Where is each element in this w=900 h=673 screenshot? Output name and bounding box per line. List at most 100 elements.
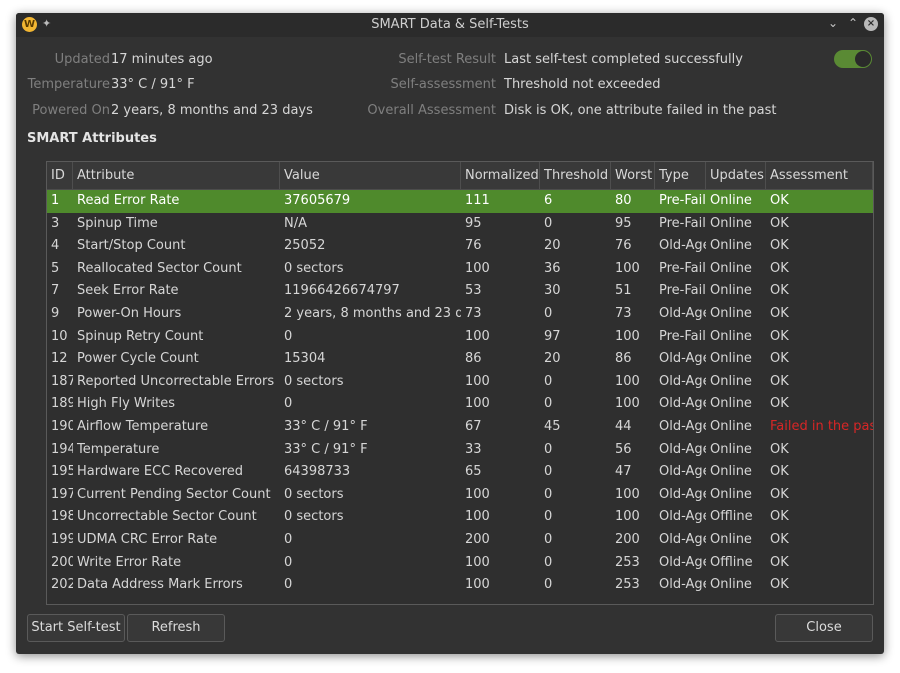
header-col-type[interactable]: Type — [655, 162, 706, 189]
cell-normalized: 100 — [465, 328, 490, 344]
cell-threshold: 30 — [544, 283, 561, 299]
table-row[interactable]: 1 Read Error Rate 37605679 111 6 80 Pre-Fail On… — [47, 190, 873, 213]
table-row[interactable]: 194Temperature33° C / 91° F33056Old-AgeO… — [47, 439, 873, 462]
self-test-result-label: Self-test Result — [398, 52, 496, 67]
header-col-updates[interactable]: Updates — [706, 162, 766, 189]
table-row[interactable]: 9 Power-On Hours 2 years, 8 months and 23 … — [47, 303, 873, 326]
smart-attributes-table[interactable]: ID Attribute Value Normalized Threshold Worst… — [46, 161, 874, 605]
start-self-test-button[interactable]: Start Self-test — [27, 614, 125, 642]
cell-type: Old-Age — [659, 419, 706, 434]
auto-refresh-toggle[interactable] — [834, 50, 872, 68]
table-row[interactable]: 4 Start/Stop Count 25052 76 20 76 Old-Age Onlin… — [47, 235, 873, 258]
cell-attribute: Airflow Temperature — [77, 419, 209, 434]
cell-updates: Online — [710, 577, 752, 593]
cell-attribute: Reallocated Sector Count — [77, 260, 242, 276]
cell-threshold: 45 — [544, 419, 561, 434]
cell-assessment: OK — [770, 464, 789, 480]
table-row[interactable]: 5 Reallocated Sector Count 0 sectors 100 36 1… — [47, 258, 873, 281]
cell-normalized: 67 — [465, 419, 482, 434]
cell-type: Old-Age — [659, 238, 706, 254]
cell-threshold: 36 — [544, 260, 561, 276]
maximize-icon[interactable]: ⌃ — [848, 16, 858, 30]
powered-on-value: 2 years, 8 months and 23 days — [111, 103, 313, 118]
header-col-id[interactable]: ID — [47, 162, 73, 189]
cell-worst: 200 — [615, 532, 640, 547]
cell-id: 198 — [51, 509, 73, 525]
table-row[interactable]: 187Reported Uncorrectable Errors 0 sector… — [47, 371, 873, 394]
cell-attribute: Start/Stop Count — [77, 238, 186, 254]
cell-id: 200 — [51, 554, 73, 570]
cell-updates: Online — [710, 532, 752, 547]
table-row[interactable]: 190 Airflow Temperature 33° C / 91° F 67 45 4… — [47, 416, 873, 439]
header-col-assessment[interactable]: Assessment — [766, 162, 873, 189]
self-assessment-value: Threshold not exceeded — [504, 77, 661, 92]
header-col-worst[interactable]: Worst — [611, 162, 655, 189]
table-row[interactable]: 3 Spinup Time N/A 95 0 95 Pre-Fail Online OK — [47, 213, 873, 236]
cell-attribute: Power-On Hours — [77, 306, 182, 321]
cell-assessment: OK — [770, 351, 789, 367]
cell-value: 2 years, 8 months and 23 days — [284, 306, 461, 321]
cell-id: 189 — [51, 396, 73, 412]
self-assessment-label: Self-assessment — [390, 77, 496, 92]
cell-normalized: 95 — [465, 215, 482, 231]
table-row[interactable]: 199 UDMA CRC Error Rate 0 200 0 200 Old-Age Onl… — [47, 529, 873, 552]
cell-attribute: Hardware ECC Recovered — [77, 464, 243, 480]
table-row[interactable]: 7 Seek Error Rate 11966426674797 53 30 51 Pre-… — [47, 280, 873, 303]
temperature-value: 33° C / 91° F — [111, 77, 195, 92]
table-row[interactable]: 197Current Pending Sector Count 0 sectors… — [47, 484, 873, 507]
refresh-button[interactable]: Refresh — [127, 614, 225, 642]
cell-value: 0 sectors — [284, 486, 344, 502]
cell-type: Old-Age — [659, 532, 706, 547]
cell-assessment: OK — [770, 373, 789, 389]
cell-worst: 56 — [615, 441, 632, 457]
smart-dialog: W ✦ SMART Data & Self-Tests ⌄ ⌃ × Update… — [16, 13, 884, 654]
header-col-threshold[interactable]: Threshold — [540, 162, 611, 189]
cell-id: 195 — [51, 464, 73, 480]
cell-updates: Online — [710, 260, 752, 276]
cell-worst: 51 — [615, 283, 632, 299]
titlebar[interactable]: W ✦ SMART Data & Self-Tests ⌄ ⌃ × — [16, 13, 884, 37]
cell-value: 15304 — [284, 351, 326, 367]
cell-threshold: 6 — [544, 193, 553, 208]
cell-normalized: 200 — [465, 532, 490, 547]
cell-type: Old-Age — [659, 464, 706, 480]
window-title: SMART Data & Self-Tests — [371, 17, 529, 32]
cell-attribute: UDMA CRC Error Rate — [77, 532, 218, 547]
cell-worst: 253 — [615, 577, 640, 593]
table-row[interactable]: 10 Spinup Retry Count 0 100 97 100 Pre-Fail Onl… — [47, 326, 873, 349]
cell-assessment: OK — [770, 215, 789, 231]
cell-type: Old-Age — [659, 441, 706, 457]
cell-type: Old-Age — [659, 351, 706, 367]
cell-normalized: 111 — [465, 193, 490, 208]
header-col-attribute[interactable]: Attribute — [73, 162, 280, 189]
cell-updates: Online — [710, 351, 752, 367]
table-row[interactable]: 198Uncorrectable Sector Count 0 sectors 10… — [47, 506, 873, 529]
cell-threshold: 0 — [544, 486, 553, 502]
header-col-value[interactable]: Value — [280, 162, 461, 189]
table-row[interactable]: 200Write Error Rate 0 100 0 253 Old-AgeOfflin… — [47, 552, 873, 575]
cell-updates: Online — [710, 419, 752, 434]
header-col-normalized[interactable]: Normalized — [461, 162, 540, 189]
cell-threshold: 20 — [544, 351, 561, 367]
cell-normalized: 100 — [465, 577, 490, 593]
table-row[interactable]: 12 Power Cycle Count 15304 86 20 86 Old-Age Onl… — [47, 348, 873, 371]
table-row[interactable]: 195Hardware ECC Recovered 64398733 65 0 47 Ol… — [47, 461, 873, 484]
cell-id: 4 — [51, 238, 60, 254]
close-button[interactable]: Close — [775, 614, 873, 642]
minimize-icon[interactable]: ⌄ — [828, 16, 838, 30]
close-window-icon[interactable]: × — [864, 17, 878, 31]
cell-normalized: 100 — [465, 509, 490, 525]
cell-threshold: 0 — [544, 554, 553, 570]
cell-id: 9 — [51, 306, 60, 321]
cell-worst: 86 — [615, 351, 632, 367]
cell-value: 0 sectors — [284, 373, 344, 389]
table-row[interactable]: 189High Fly Writes 0 100 0 100 Old-AgeOnline O… — [47, 393, 873, 416]
cell-value: 0 — [284, 532, 293, 547]
cell-attribute: Power Cycle Count — [77, 351, 199, 367]
cell-id: 5 — [51, 260, 60, 276]
updated-value: 17 minutes ago — [111, 52, 213, 67]
cell-normalized: 100 — [465, 486, 490, 502]
cell-assessment: OK — [770, 509, 789, 525]
cell-updates: Online — [710, 373, 752, 389]
table-row[interactable]: 202Data Address Mark Errors 0 100 0 253 Old-A… — [47, 574, 873, 597]
